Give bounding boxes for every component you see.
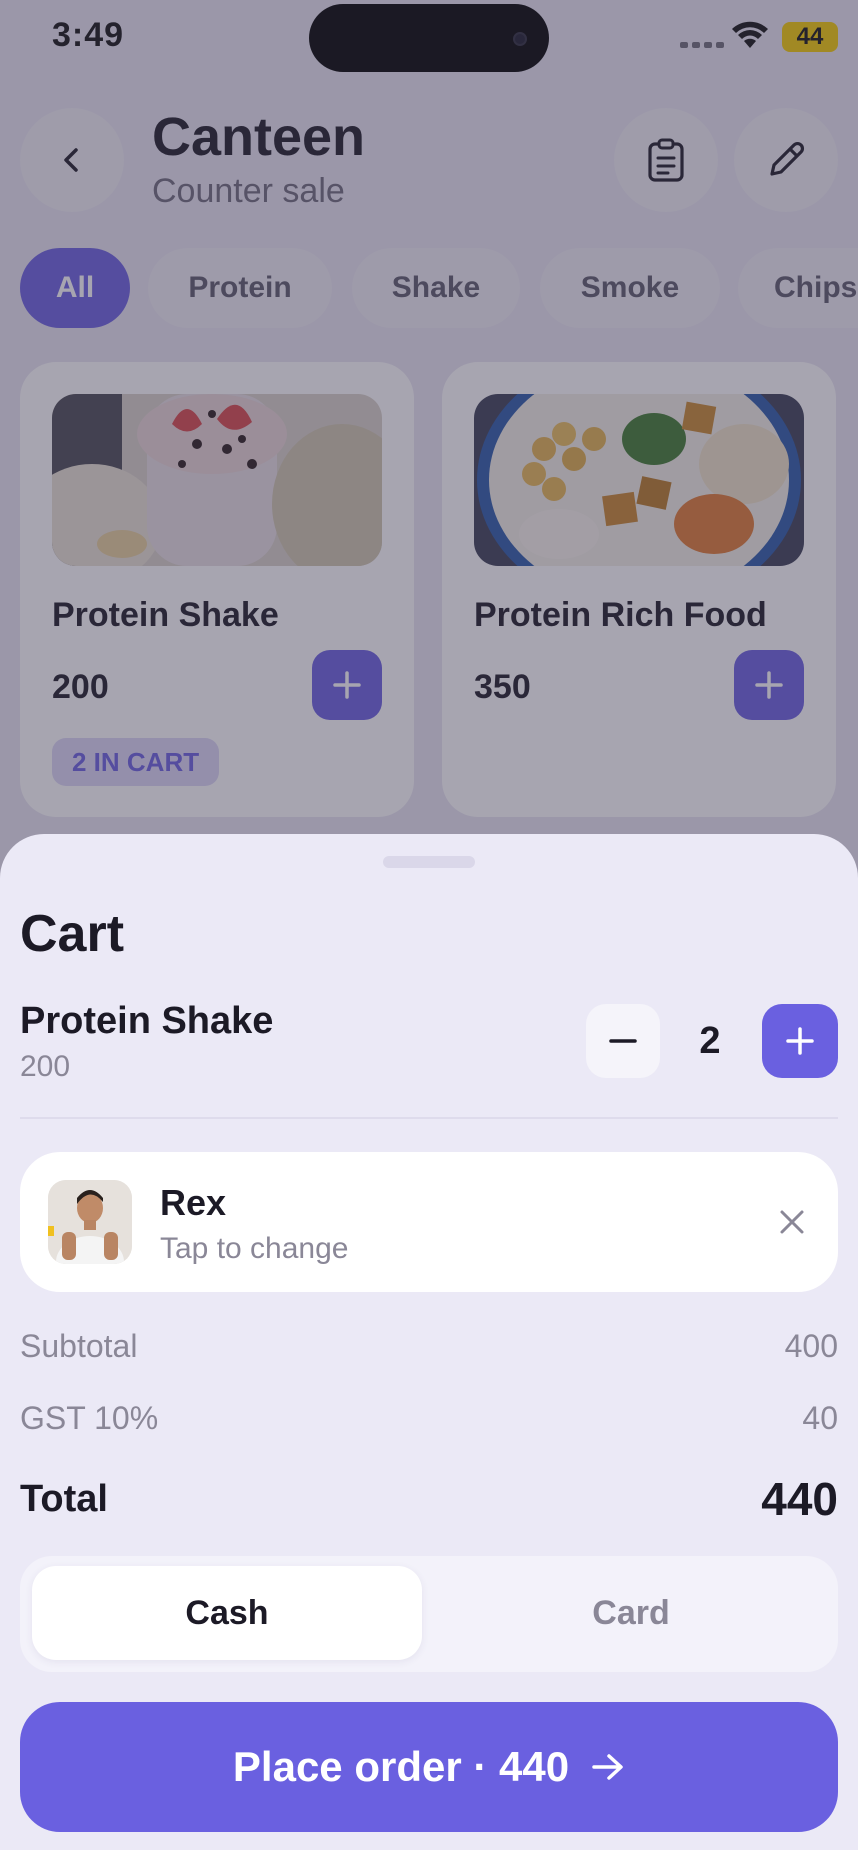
page-title: Canteen	[152, 107, 366, 167]
cart-item-name: Protein Shake	[20, 1000, 274, 1042]
avatar	[48, 1180, 132, 1264]
wifi-icon	[732, 21, 768, 48]
pencil-icon	[770, 141, 805, 176]
gst-value: 40	[802, 1400, 838, 1436]
battery-icon: 44	[782, 22, 838, 52]
customer-name: Rex	[160, 1182, 227, 1223]
divider	[20, 1117, 838, 1119]
product-card[interactable]: Protein Shake 200 2 IN CART	[20, 362, 414, 817]
minus-icon	[609, 1039, 637, 1043]
subtotal-value: 400	[784, 1328, 838, 1364]
page-subtitle: Counter sale	[152, 172, 345, 210]
close-icon[interactable]	[774, 1204, 810, 1240]
arrow-right-icon	[592, 1754, 623, 1780]
total-label: Total	[20, 1478, 108, 1520]
product-image	[52, 394, 382, 566]
product-card[interactable]: Protein Rich Food 350	[442, 362, 836, 817]
decrease-quantity-button[interactable]	[586, 1004, 660, 1078]
back-button[interactable]	[20, 108, 124, 212]
payment-cash-option[interactable]: Cash	[32, 1566, 422, 1660]
chip-all[interactable]: All	[20, 248, 130, 328]
plus-icon	[786, 1027, 814, 1055]
quantity-value: 2	[699, 1020, 721, 1062]
status-bar: 3:49 44	[0, 0, 858, 80]
product-price: 200	[52, 668, 109, 706]
in-cart-badge: 2 IN CART	[52, 738, 220, 786]
cellular-signal-icon	[680, 42, 724, 48]
subtotal-label: Subtotal	[20, 1328, 138, 1364]
place-order-button[interactable]: Place order · 440	[20, 1702, 838, 1832]
edit-button[interactable]	[734, 108, 838, 212]
clipboard-icon	[648, 138, 684, 182]
payment-method-toggle: Cash Card	[20, 1556, 838, 1672]
chip-shake[interactable]: Shake	[352, 248, 520, 328]
customer-selector[interactable]: Rex Tap to change	[20, 1152, 838, 1292]
add-to-cart-button[interactable]	[734, 650, 804, 720]
product-name: Protein Shake	[52, 596, 279, 634]
chevron-left-icon	[64, 148, 78, 172]
chip-chips[interactable]: Chips	[738, 248, 858, 328]
orders-button[interactable]	[614, 108, 718, 212]
cart-item-price: 200	[20, 1050, 71, 1083]
category-filter: All Protein Shake Smoke Chips	[20, 248, 858, 328]
sheet-handle[interactable]	[383, 856, 475, 868]
add-to-cart-button[interactable]	[312, 650, 382, 720]
payment-card-option[interactable]: Card	[436, 1566, 826, 1660]
increase-quantity-button[interactable]	[762, 1004, 838, 1078]
product-image	[474, 394, 804, 566]
chip-smoke[interactable]: Smoke	[540, 248, 720, 328]
place-order-label: Place order · 440	[232, 1743, 570, 1790]
cart-title: Cart	[20, 905, 125, 963]
gst-label: GST 10%	[20, 1400, 159, 1436]
chip-protein[interactable]: Protein	[148, 248, 332, 328]
product-name: Protein Rich Food	[474, 596, 767, 634]
dynamic-island	[309, 4, 549, 72]
total-value: 440	[761, 1473, 838, 1525]
status-time: 3:49	[52, 16, 125, 54]
plus-icon	[333, 671, 361, 699]
cart-sheet: Cart Protein Shake 200 2 Rex Tap to chan…	[0, 834, 858, 1850]
plus-icon	[755, 671, 783, 699]
product-price: 350	[474, 668, 531, 706]
customer-hint: Tap to change	[160, 1232, 349, 1265]
